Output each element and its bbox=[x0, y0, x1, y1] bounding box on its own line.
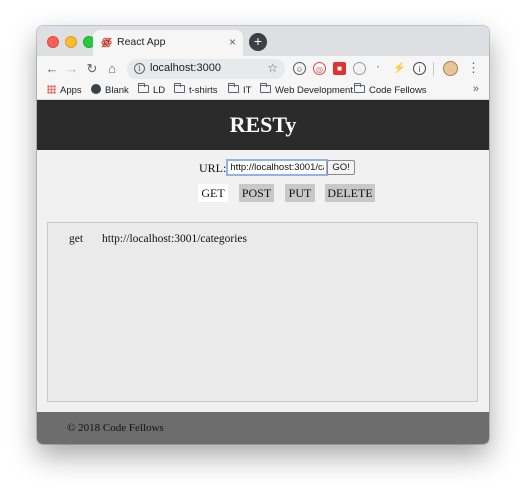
method-delete-button[interactable]: DELETE bbox=[325, 184, 375, 202]
folder-icon bbox=[354, 83, 365, 94]
bookmarks-bar: Apps Blank LD t-shirts IT Web Developmen… bbox=[37, 82, 489, 100]
bookmark-label: Apps bbox=[60, 85, 82, 96]
bookmark-label: t-shirts bbox=[189, 85, 218, 96]
extension-dots-icon[interactable]: ⠂ bbox=[373, 62, 386, 75]
page-viewport: RESTy URL: GO! GET POST PUT DELETE get htt… bbox=[37, 100, 489, 444]
bookmark-ld[interactable]: LD bbox=[138, 83, 166, 98]
folder-icon bbox=[174, 83, 185, 94]
react-logo-icon bbox=[100, 36, 113, 49]
globe-icon bbox=[91, 84, 101, 95]
method-selector: GET POST PUT DELETE bbox=[37, 184, 489, 202]
request-form: URL: GO! bbox=[199, 159, 355, 176]
tab-react-app[interactable]: React App × bbox=[93, 30, 243, 56]
bookmark-label: Blank bbox=[105, 85, 129, 96]
close-window-button[interactable] bbox=[47, 36, 59, 48]
bookmark-apps[interactable]: Apps bbox=[47, 84, 82, 98]
browser-menu-icon[interactable]: ⋮ bbox=[467, 59, 480, 77]
url-label: URL: bbox=[199, 161, 227, 175]
extension-target-icon[interactable]: ◎ bbox=[313, 62, 326, 75]
bookmark-label: Web Development bbox=[275, 85, 353, 96]
bookmark-label: Code Fellows bbox=[369, 85, 427, 96]
bookmarks-overflow-icon[interactable]: » bbox=[473, 83, 479, 95]
folder-icon bbox=[228, 83, 239, 94]
go-button[interactable]: GO! bbox=[327, 160, 355, 175]
extension-bolt-icon[interactable]: ⚡ bbox=[393, 62, 406, 75]
history-method: get bbox=[69, 233, 84, 245]
history-panel: get http://localhost:3001/categories bbox=[47, 222, 478, 402]
home-icon[interactable]: ⌂ bbox=[103, 60, 121, 78]
bookmark-web-development[interactable]: Web Development bbox=[260, 83, 353, 98]
page-title: RESTy bbox=[37, 100, 489, 150]
folder-icon bbox=[138, 83, 149, 94]
bookmark-t-shirts[interactable]: t-shirts bbox=[174, 83, 218, 98]
bookmark-code-fellows[interactable]: Code Fellows bbox=[354, 83, 427, 98]
address-url[interactable]: localhost:3000 bbox=[150, 62, 221, 74]
toolbar-divider bbox=[433, 62, 434, 76]
tab-strip: React App × + bbox=[37, 26, 489, 56]
apps-grid-icon bbox=[47, 84, 56, 94]
close-tab-icon[interactable]: × bbox=[229, 35, 236, 49]
bookmark-label: LD bbox=[153, 85, 166, 96]
minimize-window-button[interactable] bbox=[65, 36, 77, 48]
new-tab-button[interactable]: + bbox=[249, 33, 267, 51]
folder-icon bbox=[260, 83, 271, 94]
bookmark-it[interactable]: IT bbox=[228, 83, 252, 98]
site-info-icon[interactable]: i bbox=[134, 63, 145, 74]
extension-red-square-icon[interactable]: ■ bbox=[333, 62, 346, 75]
extension-info-icon[interactable]: i bbox=[413, 62, 426, 75]
bookmark-blank[interactable]: Blank bbox=[91, 84, 129, 98]
tab-title: React App bbox=[117, 36, 166, 48]
browser-toolbar: ← → ↻ ⌂ i localhost:3000 ☆ ☺ ◎ ■ ◌ ⠂ ⚡ i… bbox=[37, 56, 489, 82]
reload-icon[interactable]: ↻ bbox=[83, 60, 101, 78]
forward-arrow-icon[interactable]: → bbox=[63, 60, 81, 78]
url-input[interactable] bbox=[226, 159, 329, 176]
bookmark-label: IT bbox=[243, 85, 252, 96]
page-footer: © 2018 Code Fellows bbox=[37, 412, 489, 444]
history-url: http://localhost:3001/categories bbox=[102, 233, 247, 245]
profile-avatar[interactable] bbox=[443, 61, 458, 76]
method-post-button[interactable]: POST bbox=[239, 184, 274, 202]
back-arrow-icon[interactable]: ← bbox=[43, 60, 61, 78]
history-item[interactable]: get http://localhost:3001/categories bbox=[69, 233, 247, 245]
bookmark-star-icon[interactable]: ☆ bbox=[267, 61, 278, 75]
extension-circle-icon[interactable]: ◌ bbox=[353, 62, 366, 75]
address-bar[interactable]: i localhost:3000 ☆ bbox=[127, 59, 285, 79]
browser-window: React App × + ← → ↻ ⌂ i localhost:3000 ☆… bbox=[37, 26, 489, 444]
extension-face-icon[interactable]: ☺ bbox=[293, 62, 306, 75]
method-get-button[interactable]: GET bbox=[198, 184, 228, 202]
method-put-button[interactable]: PUT bbox=[285, 184, 315, 202]
